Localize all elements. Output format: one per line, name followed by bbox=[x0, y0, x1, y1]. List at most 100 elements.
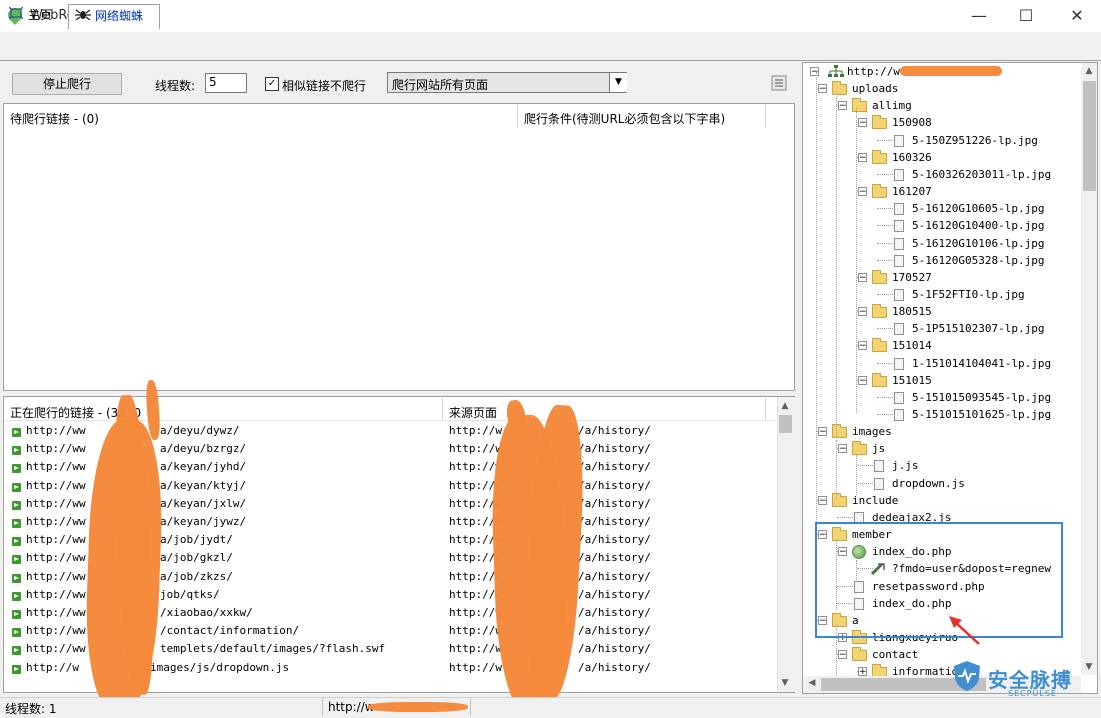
crawl-condition-header[interactable]: 爬行条件(待测URL必须包含以下字串) bbox=[524, 108, 726, 130]
collapse-toggle[interactable]: − bbox=[858, 187, 867, 197]
scroll-up-icon[interactable]: ▲ bbox=[1081, 66, 1097, 76]
crawl-link-tail[interactable]: a/deyu/bzrgz/ bbox=[160, 442, 246, 455]
column-separator[interactable] bbox=[765, 105, 766, 127]
crawl-link-tail[interactable]: templets/default/images/?flash.swf bbox=[160, 642, 385, 655]
scroll-up-icon[interactable]: ▲ bbox=[777, 401, 793, 411]
tree-file-label[interactable]: 5-1F52FTI0-lp.jpg bbox=[912, 286, 1025, 303]
crawl-link-tail[interactable]: a/keyan/ktyj/ bbox=[160, 479, 246, 492]
tree-folder-label[interactable]: js bbox=[872, 440, 885, 457]
tree-folder-label[interactable]: contact bbox=[872, 646, 918, 663]
pending-links-header[interactable]: 待爬行链接 - (0) bbox=[10, 108, 99, 130]
crawl-link-tail[interactable]: a/deyu/dywz/ bbox=[160, 424, 239, 437]
source-page-tail[interactable]: /a/history/ bbox=[578, 424, 651, 437]
tree-file-label[interactable]: 5-1P515102307-lp.jpg bbox=[912, 320, 1044, 337]
crawl-link-cell[interactable]: http://ww bbox=[26, 606, 86, 619]
collapse-toggle[interactable]: + bbox=[858, 667, 867, 677]
tree-folder-label[interactable]: uploads bbox=[852, 80, 898, 97]
crawl-link-tail[interactable]: /contact/information/ bbox=[160, 624, 299, 637]
collapse-toggle[interactable]: − bbox=[838, 101, 847, 111]
tree-root-label[interactable]: http://w bbox=[847, 63, 900, 80]
tree-file-label[interactable]: j.js bbox=[892, 457, 919, 474]
scroll-down-icon[interactable]: ▼ bbox=[777, 678, 793, 688]
crawl-link-cell[interactable]: http://ww bbox=[26, 588, 86, 601]
tab-spider[interactable]: 网络蜘蛛 bbox=[68, 4, 160, 29]
crawl-link-cell[interactable]: http://ww bbox=[26, 442, 86, 455]
collapse-toggle[interactable]: − bbox=[818, 427, 827, 437]
source-page-cell[interactable]: http://w bbox=[449, 642, 502, 655]
source-page-tail[interactable]: /a/history/ bbox=[578, 624, 651, 637]
tree-file-label[interactable]: dropdown.js bbox=[892, 475, 965, 492]
crawl-link-cell[interactable]: http://ww bbox=[26, 515, 86, 528]
tree-file-label[interactable]: 5-16120G10605-lp.jpg bbox=[912, 200, 1044, 217]
similar-links-checkbox[interactable]: ✓ bbox=[265, 77, 279, 91]
source-page-cell[interactable]: http://w bbox=[449, 424, 502, 437]
crawl-link-cell[interactable]: http://ww bbox=[26, 533, 86, 546]
collapse-toggle[interactable]: − bbox=[858, 375, 867, 385]
crawl-link-cell[interactable]: http://ww bbox=[26, 424, 86, 437]
source-page-cell[interactable]: http://w bbox=[449, 442, 502, 455]
source-page-tail[interactable]: /a/history/ bbox=[578, 570, 651, 583]
tree-folder-label[interactable]: allimg bbox=[872, 97, 912, 114]
tree-folder-label[interactable]: include bbox=[852, 492, 898, 509]
crawl-link-cell[interactable]: http://ww bbox=[26, 460, 86, 473]
column-separator[interactable] bbox=[442, 398, 443, 420]
source-page-tail[interactable]: /a/history/ bbox=[578, 479, 651, 492]
close-button[interactable]: ✕ bbox=[1054, 0, 1100, 32]
collapse-toggle[interactable]: − bbox=[858, 307, 867, 317]
source-page-tail[interactable]: /a/history/ bbox=[578, 642, 651, 655]
crawl-link-cell[interactable]: http://ww bbox=[26, 624, 86, 637]
source-page-cell[interactable]: http://w bbox=[449, 624, 502, 637]
source-page-tail[interactable]: /a/history/ bbox=[578, 442, 651, 455]
scroll-down-icon[interactable]: ▼ bbox=[1081, 662, 1097, 672]
source-page-tail[interactable]: /a/history/ bbox=[578, 551, 651, 564]
crawl-link-tail[interactable]: job/qtks/ bbox=[160, 588, 220, 601]
tree-file-label[interactable]: 5-150Z951226-lp.jpg bbox=[912, 132, 1038, 149]
tree-folder-label[interactable]: 150908 bbox=[892, 114, 932, 131]
tree-folder-label[interactable]: images bbox=[852, 423, 892, 440]
tree-folder-label[interactable]: 170527 bbox=[892, 269, 932, 286]
source-page-tail[interactable]: /a/history/ bbox=[578, 661, 651, 674]
crawl-link-tail[interactable]: a/job/zkzs/ bbox=[160, 570, 233, 583]
collapse-toggle[interactable]: − bbox=[818, 495, 827, 505]
column-separator[interactable] bbox=[765, 398, 766, 420]
crawl-link-tail[interactable]: a/keyan/jyhd/ bbox=[160, 460, 246, 473]
tree-file-label[interactable]: 5-151015093545-lp.jpg bbox=[912, 389, 1051, 406]
source-page-tail[interactable]: /a/history/ bbox=[578, 515, 651, 528]
crawl-table-scrollbar[interactable] bbox=[777, 397, 795, 692]
source-page-cell[interactable]: http://w bbox=[449, 606, 502, 619]
collapse-toggle[interactable]: − bbox=[858, 272, 867, 282]
crawl-link-cell[interactable]: http://ww bbox=[26, 551, 86, 564]
collapse-toggle[interactable]: − bbox=[838, 444, 847, 454]
crawl-link-tail[interactable]: /xiaobao/xxkw/ bbox=[160, 606, 253, 619]
collapse-toggle[interactable]: − bbox=[858, 152, 867, 162]
collapse-toggle[interactable]: − bbox=[810, 67, 819, 77]
threads-input[interactable]: 5 bbox=[205, 73, 247, 93]
source-page-tail[interactable]: /a/history/ bbox=[578, 497, 651, 510]
crawl-link-cell[interactable]: http://w bbox=[26, 661, 79, 674]
tab-home[interactable]: 主页 bbox=[2, 4, 66, 27]
crawl-link-cell[interactable]: http://ww bbox=[26, 479, 86, 492]
pending-links-table[interactable] bbox=[3, 103, 795, 391]
crawl-link-cell[interactable]: http://ww bbox=[26, 570, 86, 583]
crawl-table-scroll-thumb[interactable] bbox=[779, 415, 792, 433]
source-page-tail[interactable]: /a/history/ bbox=[578, 533, 651, 546]
tree-folder-label[interactable]: 151015 bbox=[892, 372, 932, 389]
minimize-button[interactable]: — bbox=[956, 0, 1002, 32]
crawl-link-tail[interactable]: a/keyan/jywz/ bbox=[160, 515, 246, 528]
crawl-link-cell[interactable]: http://ww bbox=[26, 642, 86, 655]
chevron-down-icon[interactable]: ▼ bbox=[609, 73, 627, 92]
source-page-cell[interactable]: http://w bbox=[449, 661, 502, 674]
crawl-link-tail[interactable]: a/job/gkzl/ bbox=[160, 551, 233, 564]
crawl-link-tail[interactable]: a/job/jydt/ bbox=[160, 533, 233, 546]
source-page-tail[interactable]: /a/history/ bbox=[578, 606, 651, 619]
tree-folder-label[interactable]: 151014 bbox=[892, 337, 932, 354]
tree-file-label[interactable]: 5-151015101625-lp.jpg bbox=[912, 406, 1051, 423]
crawl-link-tail[interactable]: a/keyan/jxlw/ bbox=[160, 497, 246, 510]
tree-folder-label[interactable]: 180515 bbox=[892, 303, 932, 320]
collapse-toggle[interactable]: − bbox=[818, 84, 827, 94]
maximize-button[interactable]: ☐ bbox=[1003, 0, 1049, 32]
collapse-toggle[interactable]: − bbox=[858, 118, 867, 128]
scroll-left-icon[interactable]: ◀ bbox=[804, 678, 820, 688]
collapse-toggle[interactable]: − bbox=[838, 650, 847, 660]
list-view-icon[interactable] bbox=[771, 75, 787, 91]
